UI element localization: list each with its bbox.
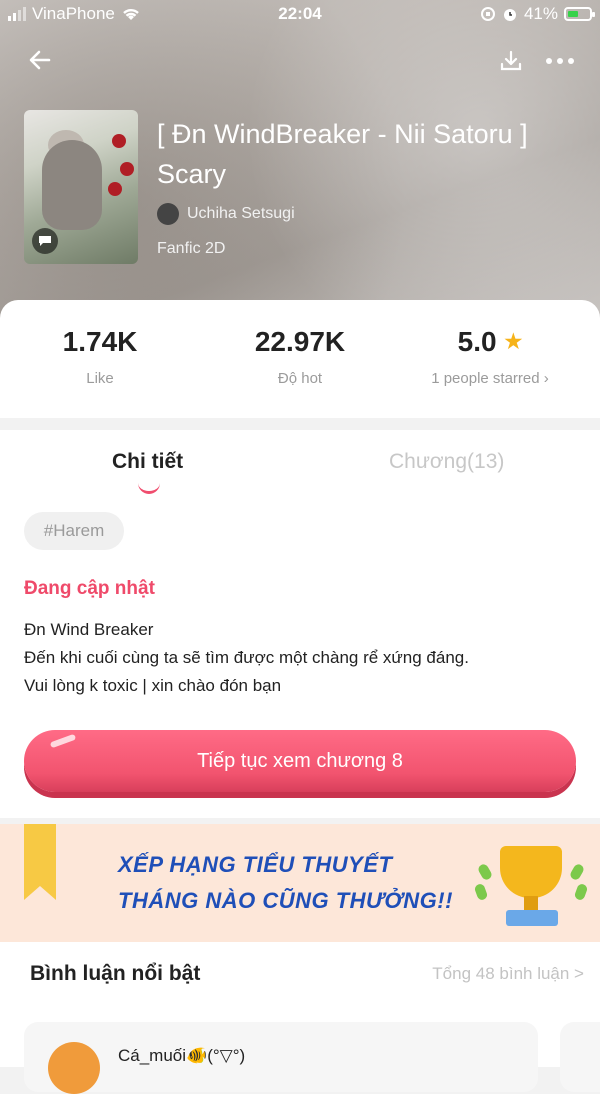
book-category: Fanfic 2D [157, 240, 226, 257]
hot-stat: 22.97K Độ hot [200, 326, 400, 387]
leaf-icon [476, 862, 494, 882]
active-tab-indicator [138, 480, 160, 494]
rating-value: 5.0 [457, 326, 497, 357]
continue-reading-button[interactable]: Tiếp tục xem chương 8 [24, 730, 576, 792]
battery-percent: 41% [523, 4, 558, 23]
tag-chip[interactable]: #Harem [24, 512, 124, 550]
details-card: Chi tiết Chương(13) #Harem Đang cập nhật… [0, 430, 600, 818]
banner-line-1: XẾP HẠNG TIỂU THUYẾT [118, 852, 393, 877]
screen-rotation-lock-icon [480, 7, 495, 21]
description-line: Đến khi cuối cùng ta sẽ tìm được một chà… [24, 648, 469, 667]
status-bar: VinaPhone 22:04 41% [0, 4, 600, 26]
hot-value: 22.97K [254, 326, 346, 357]
description-line: Đn Wind Breaker [24, 620, 154, 639]
featured-comments: Bình luận nổi bật Tổng 48 bình luận > Cá… [0, 942, 600, 1094]
more-icon [546, 58, 574, 64]
more-button[interactable] [542, 46, 578, 76]
author-name: Uchiha Setsugi [187, 205, 295, 222]
back-button[interactable] [24, 44, 56, 76]
alarm-icon [503, 9, 516, 21]
tab-chapters[interactable]: Chương(13) [389, 450, 504, 474]
likes-value: 1.74K [62, 326, 138, 357]
ranking-banner[interactable]: XẾP HẠNG TIỂU THUYẾT THÁNG NÀO CŨNG THƯỞ… [0, 824, 600, 942]
likes-stat: 1.74K Like [0, 326, 200, 387]
chat-bubble-icon [32, 228, 58, 254]
book-title: [ Đn WindBreaker - Nii Satoru ] Scary [157, 119, 528, 189]
chevron-right-icon: › [543, 370, 549, 387]
author-row[interactable]: Uchiha Setsugi [157, 203, 295, 225]
commenter-name: Cá_muối🐠(°▽°) [118, 1046, 246, 1065]
rating-label: 1 people starred [431, 370, 540, 387]
continue-reading-label: Tiếp tục xem chương 8 [197, 749, 403, 772]
comment-card[interactable] [560, 1022, 600, 1092]
star-icon: ★ [504, 331, 523, 353]
comments-header: Bình luận nổi bật [30, 962, 201, 985]
comments-total-link[interactable]: Tổng 48 bình luận > [432, 964, 584, 984]
author-avatar [157, 203, 179, 225]
trophy-icon [500, 846, 562, 898]
battery-icon [564, 7, 595, 21]
bookmark-ribbon-icon [24, 824, 56, 900]
update-status: Đang cập nhật [24, 578, 155, 599]
likes-label: Like [86, 370, 114, 387]
tab-details[interactable]: Chi tiết [112, 450, 183, 474]
comment-card[interactable]: Cá_muối🐠(°▽°) [24, 1022, 538, 1094]
book-cover[interactable] [24, 110, 138, 264]
leaf-icon [473, 882, 489, 902]
leaf-icon [573, 882, 589, 902]
download-icon [500, 50, 522, 71]
stats-panel: 1.74K Like 22.97K Độ hot 5.0 ★ 1 people … [0, 300, 600, 418]
description-line: Vui lòng k toxic | xin chào đón bạn [24, 676, 282, 695]
banner-line-2: THÁNG NÀO CŨNG THƯỞNG!! [118, 888, 453, 913]
leaf-icon [568, 862, 586, 882]
rating-stat[interactable]: 5.0 ★ 1 people starred › [390, 326, 590, 387]
download-button[interactable] [496, 46, 526, 76]
commenter-avatar [48, 1042, 100, 1094]
description: Đn Wind Breaker Đến khi cuối cùng ta sẽ … [24, 616, 469, 700]
hot-label: Độ hot [277, 370, 323, 387]
arrow-left-icon [29, 50, 51, 70]
